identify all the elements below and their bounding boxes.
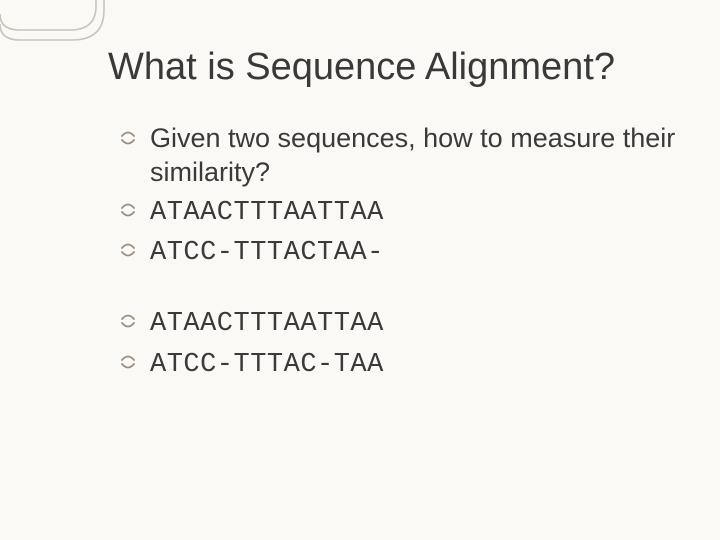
slide-title: What is Sequence Alignment? bbox=[108, 46, 680, 89]
bullet-g1-seq1: ATAACTTTAATTAA bbox=[120, 194, 680, 231]
bullet-g1-seq2: ATCC-TTTACTAA- bbox=[120, 234, 680, 271]
bullet-icon bbox=[120, 131, 140, 145]
bullet-icon bbox=[120, 314, 140, 328]
bullet-g2-seq1: ATAACTTTAATTAA bbox=[120, 305, 680, 342]
sequence-text: ATAACTTTAATTAA bbox=[150, 309, 384, 339]
bullet-intro: Given two sequences, how to measure thei… bbox=[120, 122, 680, 190]
corner-decoration-icon bbox=[0, 0, 110, 64]
bullet-g2-seq2: ATCC-TTTAC-TAA bbox=[120, 346, 680, 383]
bullet-icon bbox=[120, 203, 140, 217]
spacer bbox=[120, 275, 680, 305]
slide-body: Given two sequences, how to measure thei… bbox=[120, 122, 680, 387]
intro-text: Given two sequences, how to measure thei… bbox=[150, 123, 675, 187]
bullet-icon bbox=[120, 355, 140, 369]
sequence-text: ATAACTTTAATTAA bbox=[150, 198, 384, 228]
bullet-icon bbox=[120, 243, 140, 257]
sequence-text: ATCC-TTTACTAA- bbox=[150, 238, 384, 268]
sequence-text: ATCC-TTTAC-TAA bbox=[150, 350, 384, 380]
slide: What is Sequence Alignment? Given two se… bbox=[0, 0, 720, 540]
